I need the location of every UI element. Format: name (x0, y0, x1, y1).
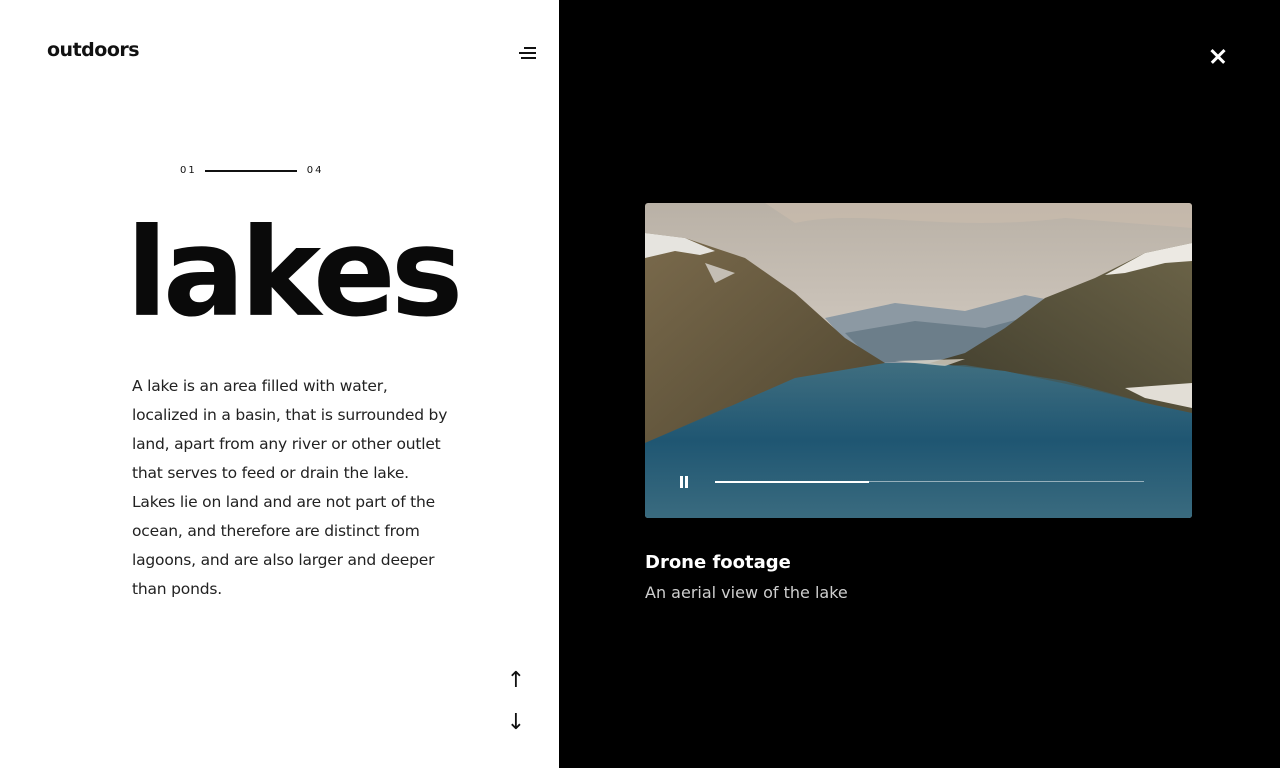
menu-icon[interactable] (518, 47, 536, 61)
video-title: Drone footage (645, 552, 791, 573)
video-progress-fill (715, 480, 870, 483)
video-frame-lake (645, 203, 1192, 518)
logo[interactable]: outdoors (47, 39, 140, 61)
arrow-down-icon[interactable]: ↓ (505, 709, 527, 735)
close-icon[interactable] (1206, 44, 1230, 68)
pager-current: 01 (180, 165, 197, 176)
article-description: A lake is an area filled with water, loc… (132, 377, 448, 598)
pager-line (204, 169, 297, 172)
pager-total: 04 (306, 165, 324, 176)
pause-icon (680, 476, 683, 488)
arrow-up-icon[interactable]: ↑ (505, 667, 527, 693)
left-panel: outdoors 01 04 lakes A lake is an area f… (0, 0, 559, 768)
video-progress-bar[interactable] (715, 480, 1144, 483)
pause-button[interactable] (673, 471, 695, 493)
video-subtitle: An aerial view of the lake (645, 583, 848, 602)
slide-pager: 01 04 (180, 165, 323, 176)
page-title: lakes (126, 202, 463, 344)
video-player[interactable] (645, 203, 1192, 518)
